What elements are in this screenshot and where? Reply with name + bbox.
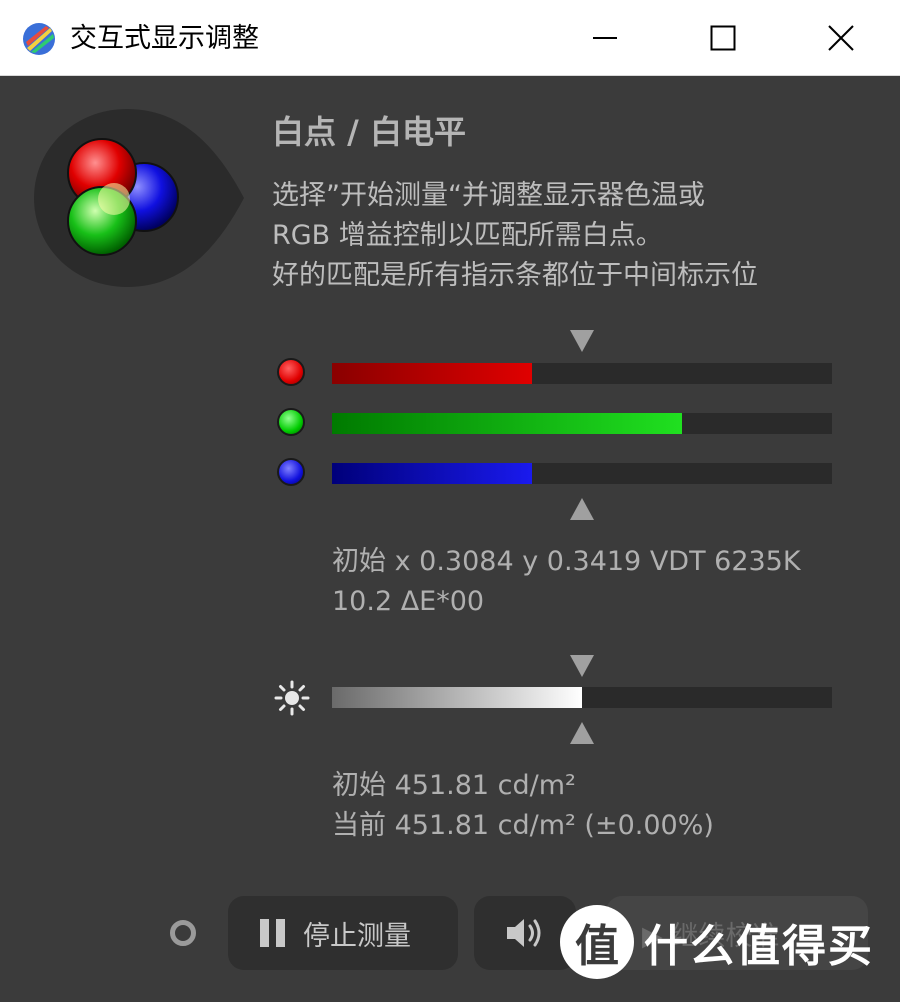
app-logo-icon [23, 23, 55, 55]
rgb-circles-icon [34, 109, 244, 287]
blue-gain-bar [332, 463, 832, 484]
rgb-target-marker-bottom [570, 498, 594, 520]
blue-gain-fill [332, 463, 532, 484]
instructions: 选择”开始测量“并调整显示器色温或 RGB 增益控制以匹配所需白点。 好的匹配是… [272, 176, 758, 296]
luminance-target-marker-top [570, 655, 594, 677]
watermark: 值 什么值得买 [560, 902, 874, 982]
stop-measurement-button[interactable]: 停止测量 [228, 896, 458, 970]
measurement-status-indicator [170, 920, 196, 946]
instruction-line: 好的匹配是所有指示条都位于中间标示位 [272, 260, 758, 291]
instruction-line: 选择”开始测量“并调整显示器色温或 [272, 180, 705, 211]
rgb-target-marker-top [570, 330, 594, 352]
luminance-fill [332, 687, 582, 708]
speaker-icon [507, 919, 541, 947]
brightness-icon [274, 680, 310, 716]
luminance-initial: 初始 451.81 cd/m² [332, 770, 576, 801]
maximize-button[interactable] [664, 0, 782, 76]
title-bar: 交互式显示调整 [0, 0, 900, 76]
window-title: 交互式显示调整 [70, 23, 259, 54]
green-channel-dot [277, 408, 305, 436]
close-button[interactable] [782, 0, 900, 76]
whitepoint-initial: 初始 x 0.3084 y 0.3419 VDT 6235K [332, 546, 801, 577]
close-icon [828, 25, 854, 51]
red-gain-bar [332, 363, 832, 384]
watermark-badge: 值 [560, 905, 634, 979]
pause-icon [260, 919, 285, 947]
minimize-button[interactable] [546, 0, 664, 76]
luminance-readout: 初始 451.81 cd/m² 当前 451.81 cd/m² (±0.00%) [332, 766, 714, 846]
red-channel-dot [277, 358, 305, 386]
maximize-icon [710, 25, 736, 51]
minimize-icon [593, 37, 617, 39]
whitepoint-readout: 初始 x 0.3084 y 0.3419 VDT 6235K 10.2 ΔE*0… [332, 542, 801, 622]
watermark-text: 什么值得买 [644, 921, 874, 972]
green-gain-bar [332, 413, 832, 434]
section-title: 白点 / 白电平 [272, 113, 466, 151]
green-gain-fill [332, 413, 682, 434]
blue-channel-dot [277, 458, 305, 486]
luminance-bar [332, 687, 832, 708]
luminance-current: 当前 451.81 cd/m² (±0.00%) [332, 810, 714, 841]
red-gain-fill [332, 363, 532, 384]
stop-measurement-label: 停止测量 [303, 920, 411, 952]
instruction-line: RGB 增益控制以匹配所需白点。 [272, 220, 663, 251]
whitepoint-delta-e: 10.2 ΔE*00 [332, 586, 485, 617]
luminance-target-marker-bottom [570, 722, 594, 744]
